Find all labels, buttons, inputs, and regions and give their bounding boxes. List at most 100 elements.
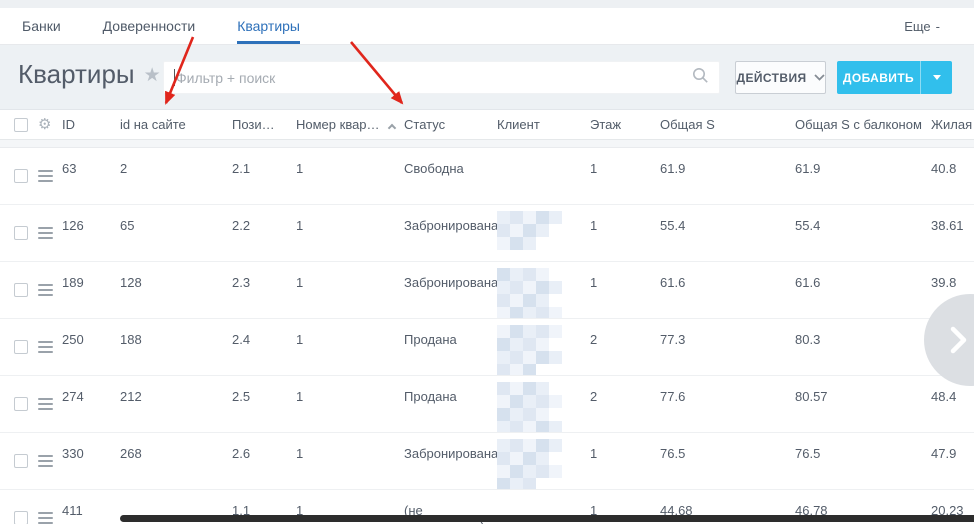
data-grid: ⚙ ID id на сайте Пози… Номер квар… Стату… [0, 110, 974, 524]
cell-total-area: 77.3 [660, 332, 686, 347]
apartments-grid-page: Банки Доверенности Квартиры Еще - Квартиры… [0, 0, 974, 524]
cell-apartment-number: 1 [296, 218, 304, 233]
cell-living-area: 38.61 [931, 218, 964, 233]
cell-client [497, 319, 590, 375]
actions-button[interactable]: ДЕЙСТВИЯ [735, 61, 826, 94]
cell-site-id: 2 [120, 161, 128, 176]
cell-total-area-balcony: 61.6 [795, 275, 821, 290]
sort-ascending-icon [387, 123, 396, 132]
table-row[interactable]: 250 188 2.4 1 Продана 2 77.3 80.3 48.5 [0, 319, 974, 376]
cell-floor: 2 [590, 389, 598, 404]
table-row[interactable]: 330 268 2.6 1 Забронирована 1 76.5 76.5 … [0, 433, 974, 490]
cell-status: Забронирована [404, 218, 497, 233]
tab-bar: Банки Доверенности Квартиры Еще - [0, 8, 974, 45]
row-checkbox[interactable] [14, 283, 28, 297]
row-checkbox[interactable] [14, 511, 28, 524]
filter-search-box[interactable] [163, 61, 720, 94]
cell-status: Свободна [404, 161, 464, 176]
cell-floor: 1 [590, 446, 598, 461]
header-cell-floor[interactable]: Этаж [590, 117, 660, 132]
cell-position: 2.4 [232, 332, 251, 347]
cell-site-id: 268 [120, 446, 142, 461]
tab-more-menu[interactable]: Еще - [904, 8, 940, 44]
horizontal-scrollbar[interactable] [120, 515, 974, 522]
add-dropdown-button[interactable] [920, 61, 952, 94]
cell-status: Забронирована [404, 275, 497, 290]
cell-total-area-balcony: 80.3 [795, 332, 821, 347]
header-cell-status[interactable]: Статус [404, 117, 497, 133]
star-icon[interactable]: ★ [144, 64, 161, 87]
header-cell: ⚙ [38, 117, 62, 132]
cell-total-area-balcony: 76.5 [795, 446, 821, 461]
row-checkbox[interactable] [14, 397, 28, 411]
cell-client [497, 376, 590, 432]
cell-apartment-number: 1 [296, 275, 304, 290]
cell-site-id: 212 [120, 389, 142, 404]
header-cell-living-area[interactable]: Жилая [931, 117, 974, 132]
header-cell-site-id[interactable]: id на сайте [120, 117, 232, 132]
header-cell-total-area[interactable]: Общая S [660, 117, 795, 132]
filter-search-input[interactable] [176, 69, 686, 86]
table-row[interactable]: 63 2 2.1 1 Свободна 1 61.9 61.9 40.8 [0, 148, 974, 205]
table-row[interactable]: 126 65 2.2 1 Забронирована 1 55.4 55.4 3… [0, 205, 974, 262]
add-button[interactable]: ДОБАВИТЬ [837, 61, 920, 94]
row-menu-icon[interactable] [38, 341, 53, 353]
cell-total-area: 61.6 [660, 275, 686, 290]
censored-client-blur [497, 211, 562, 250]
grid-header-row: ⚙ ID id на сайте Пози… Номер квар… Стату… [0, 110, 974, 140]
cell-client [497, 262, 590, 318]
row-menu-icon[interactable] [38, 284, 53, 296]
row-menu-icon[interactable] [38, 227, 53, 239]
row-menu-icon[interactable] [38, 398, 53, 410]
row-checkbox[interactable] [14, 169, 28, 183]
cell-id: 189 [62, 275, 84, 290]
cell-apartment-number: 1 [296, 446, 304, 461]
grid-body: 63 2 2.1 1 Свободна 1 61.9 61.9 40.8 126… [0, 148, 974, 524]
search-icon[interactable] [692, 67, 709, 89]
row-menu-icon[interactable] [38, 170, 53, 182]
row-checkbox[interactable] [14, 226, 28, 240]
header-cell-id[interactable]: ID [62, 117, 120, 132]
header-cell-position[interactable]: Пози… [232, 117, 296, 132]
cell-total-area: 77.6 [660, 389, 686, 404]
tab-item[interactable]: Доверенности [103, 8, 196, 44]
cell-id: 274 [62, 389, 84, 404]
cell-site-id: 128 [120, 275, 142, 290]
cell-floor: 1 [590, 218, 598, 233]
header-cell-apartment-number[interactable]: Номер квар… [296, 117, 404, 132]
header-cell-client[interactable]: Клиент [497, 117, 590, 132]
text-cursor [174, 69, 175, 86]
gear-icon[interactable]: ⚙ [38, 117, 51, 132]
tab-item[interactable]: Банки [22, 8, 61, 44]
cell-position: 2.2 [232, 218, 251, 233]
table-row[interactable]: 189 128 2.3 1 Забронирована 1 61.6 61.6 … [0, 262, 974, 319]
cell-living-area: 40.8 [931, 161, 957, 176]
table-row[interactable]: 274 212 2.5 1 Продана 2 77.6 80.57 48.4 [0, 376, 974, 433]
tab-item[interactable]: Квартиры [237, 8, 300, 44]
row-menu-icon[interactable] [38, 455, 53, 467]
select-all-checkbox[interactable] [14, 117, 28, 132]
censored-client-blur [497, 439, 562, 489]
row-checkbox[interactable] [14, 454, 28, 468]
page-title: Квартиры ★ [18, 59, 161, 90]
censored-client-blur [497, 382, 562, 432]
cell-position: 2.5 [232, 389, 251, 404]
cell-id: 330 [62, 446, 84, 461]
cell-status: Продана [404, 389, 457, 404]
dropdown-dash-icon: - [935, 18, 940, 34]
cell-total-area-balcony: 80.57 [795, 389, 828, 404]
grid-header-gap [0, 140, 974, 148]
cell-position: 2.1 [232, 161, 251, 176]
cell-total-area-balcony: 61.9 [795, 161, 821, 176]
row-menu-icon[interactable] [38, 512, 53, 524]
cell-total-area: 55.4 [660, 218, 686, 233]
row-checkbox[interactable] [14, 340, 28, 354]
cell-floor: 1 [590, 275, 598, 290]
cell-id: 63 [62, 161, 77, 176]
cell-client [497, 148, 590, 204]
cell-status: Продана [404, 332, 457, 347]
cell-client [497, 433, 590, 489]
censored-client-blur [497, 268, 562, 318]
chevron-down-icon [813, 74, 825, 81]
header-cell-total-area-balcony[interactable]: Общая S с балконом [795, 117, 931, 132]
